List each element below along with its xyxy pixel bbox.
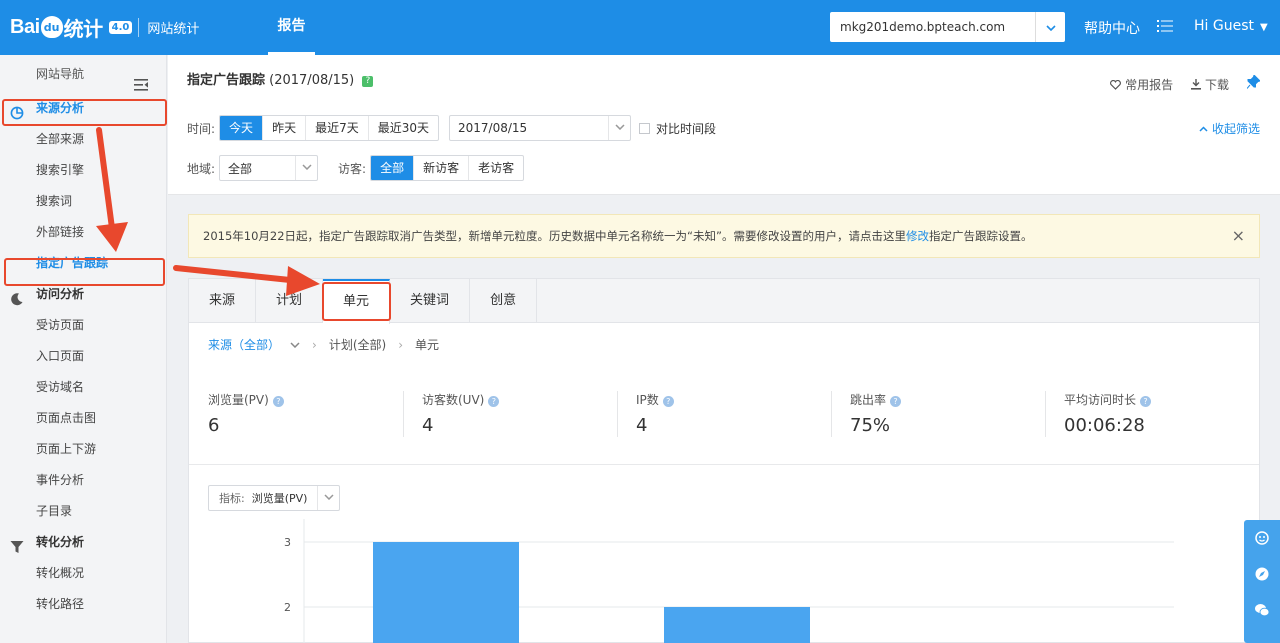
annotation-arrow-right	[173, 265, 320, 296]
annotation-arrows	[96, 127, 320, 296]
annotation-arrow-down	[96, 127, 128, 252]
